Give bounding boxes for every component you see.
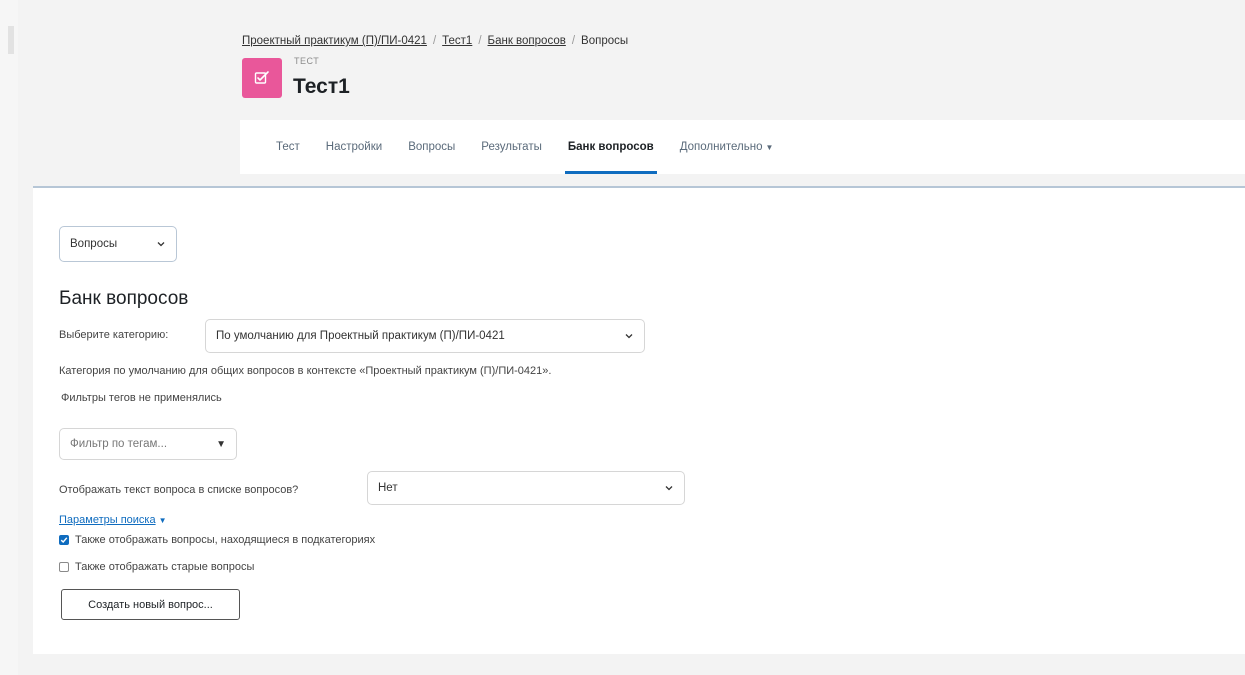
dropdown-triangle-icon: ▼: [216, 438, 226, 450]
category-description: Категория по умолчанию для общих вопросо…: [59, 365, 552, 377]
tag-filter-input[interactable]: Фильтр по тегам... ▼: [59, 428, 237, 460]
tab-label: Результаты: [481, 141, 542, 153]
tab-label: Настройки: [325, 141, 383, 153]
caret-down-icon: ▼: [158, 516, 167, 525]
category-select[interactable]: По умолчанию для Проектный практикум (П)…: [205, 319, 645, 353]
breadcrumb-current: Вопросы: [581, 35, 629, 47]
breadcrumb-quiz[interactable]: Тест1: [442, 35, 472, 47]
breadcrumb-separator: /: [432, 35, 437, 47]
chevron-down-icon: [665, 486, 673, 491]
tag-filter-placeholder: Фильтр по тегам...: [70, 438, 168, 450]
breadcrumb: Проектный практикум (П)/ПИ-0421 / Тест1 / Ба…: [242, 35, 628, 47]
secondary-navigation: Тест Настройки Вопросы Результаты Банк в…: [240, 120, 1245, 174]
question-bank-nav-select[interactable]: Вопросы: [59, 226, 177, 262]
show-text-label: Отображать текст вопроса в списке вопрос…: [59, 484, 299, 496]
select-value: Вопросы: [70, 238, 118, 250]
tab-settings[interactable]: Настройки: [313, 120, 395, 174]
checkbox-row-subcategories: Также отображать вопросы, находящиеся в …: [59, 534, 375, 546]
left-drawer-strip: [0, 0, 18, 675]
search-options-label: Параметры поиска: [59, 514, 156, 526]
old-questions-checkbox[interactable]: [59, 562, 69, 572]
tab-question-bank[interactable]: Банк вопросов: [555, 120, 667, 174]
search-options-link[interactable]: Параметры поиска ▼: [59, 514, 167, 526]
edit-checkbox-icon: [254, 71, 269, 84]
tab-quiz[interactable]: Тест: [240, 120, 313, 174]
subcategories-checkbox[interactable]: [59, 535, 69, 545]
select-value: По умолчанию для Проектный практикум (П)…: [216, 330, 505, 342]
main-content: Вопросы Банк вопросов Выберите категорию…: [33, 188, 1245, 654]
check-icon: [60, 537, 68, 544]
create-question-button[interactable]: Создать новый вопрос...: [61, 589, 240, 620]
tab-results[interactable]: Результаты: [468, 120, 555, 174]
quiz-icon: [242, 58, 282, 98]
tab-label: Тест: [276, 141, 300, 153]
chevron-down-icon: [625, 334, 633, 339]
chevron-down-icon: [157, 242, 165, 247]
checkbox-label: Также отображать вопросы, находящиеся в …: [75, 534, 376, 546]
tab-label: Дополнительно: [679, 141, 763, 153]
breadcrumb-separator: /: [571, 35, 576, 47]
caret-down-icon: ▼: [765, 143, 774, 152]
tab-label: Вопросы: [408, 141, 456, 153]
breadcrumb-question-bank[interactable]: Банк вопросов: [488, 35, 566, 47]
tab-more[interactable]: Дополнительно ▼: [667, 120, 787, 174]
breadcrumb-separator: /: [478, 35, 482, 47]
section-heading: Банк вопросов: [59, 288, 189, 309]
category-label: Выберите категорию:: [59, 329, 169, 341]
breadcrumb-course[interactable]: Проектный практикум (П)/ПИ-0421: [242, 35, 427, 47]
activity-type-label: ТЕСТ: [294, 56, 320, 66]
drawer-toggle[interactable]: [8, 26, 14, 54]
page-title: Тест1: [293, 75, 350, 98]
select-value: Нет: [378, 482, 398, 494]
show-text-select[interactable]: Нет: [367, 471, 685, 505]
tab-questions[interactable]: Вопросы: [395, 120, 468, 174]
tab-label: Банк вопросов: [567, 141, 654, 153]
checkbox-label: Также отображать старые вопросы: [75, 561, 255, 573]
tag-filter-status: Фильтры тегов не применялись: [61, 392, 222, 404]
checkbox-row-old-questions: Также отображать старые вопросы: [59, 561, 254, 573]
